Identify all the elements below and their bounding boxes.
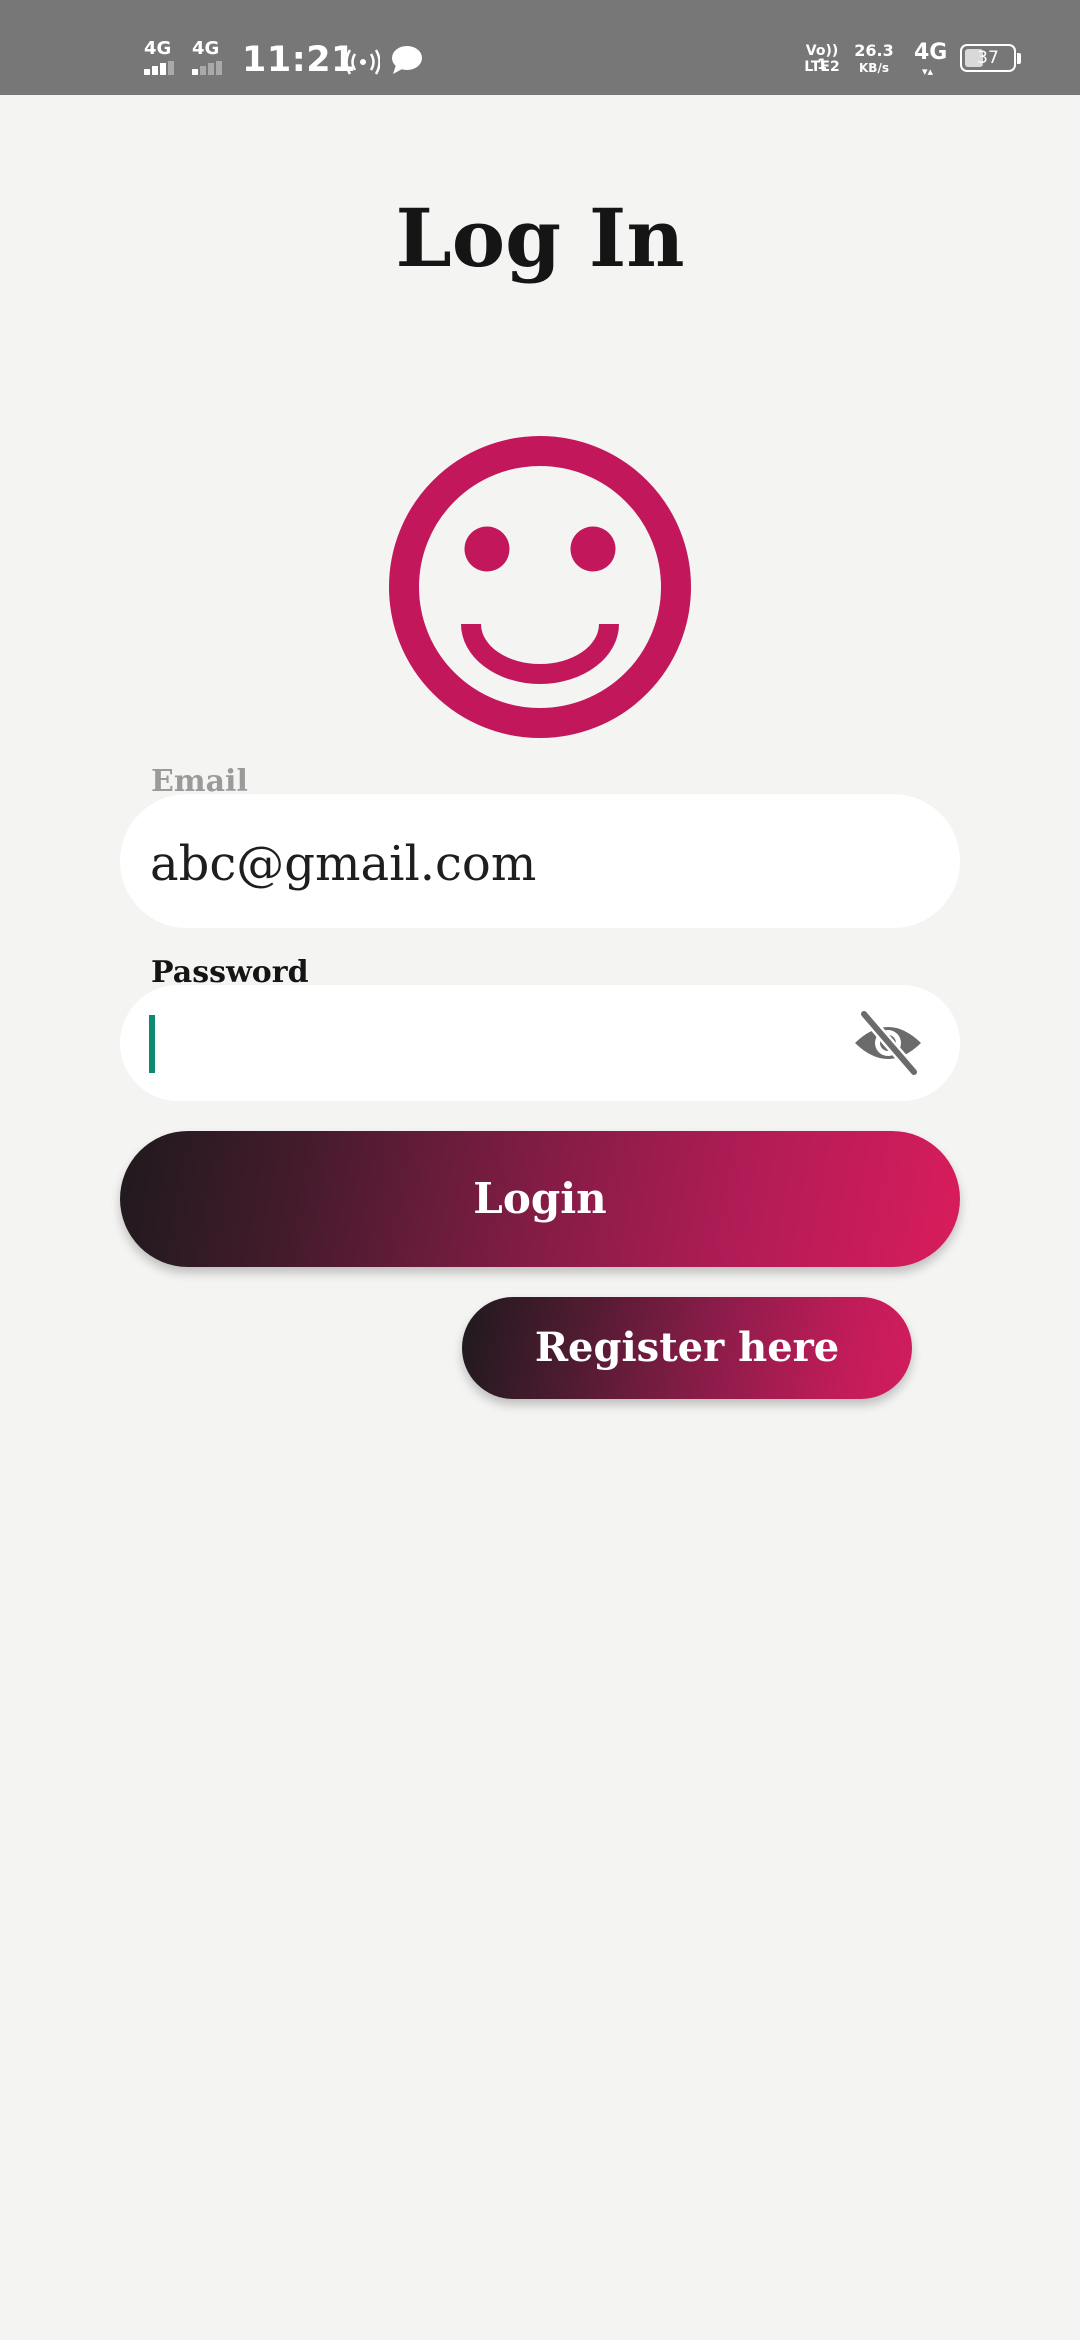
sim2-signal-bars-icon	[192, 61, 228, 75]
battery-tip	[1017, 53, 1021, 64]
battery-icon: 37	[960, 44, 1016, 72]
volte-bottom-label: LTE2	[804, 59, 840, 75]
hotspot-icon	[346, 49, 380, 75]
data-activity-icon: ▾▴	[922, 65, 934, 78]
sim1-network-label: 4G	[144, 38, 172, 59]
email-field[interactable]: abc@gmail.com	[120, 794, 960, 928]
smiley-face-icon	[389, 436, 691, 738]
chat-bubble-icon	[392, 46, 422, 74]
text-cursor	[149, 1015, 155, 1073]
page-title: Log In	[395, 191, 685, 285]
data-network-label: 4G	[914, 40, 948, 65]
sim1-signal-bars-icon	[144, 61, 180, 75]
sim2-network-label: 4G	[192, 38, 220, 59]
sim1-signal: 4G	[144, 40, 184, 76]
network-speed-unit: KB/s	[859, 61, 889, 75]
network-speed-value: 26.3	[854, 41, 894, 60]
clock: 11:21	[242, 40, 356, 80]
eye-off-icon[interactable]	[852, 1009, 924, 1077]
login-button[interactable]: Login	[120, 1131, 960, 1267]
status-bar: 4G 4G 11:21 Vo)) 1 LTE2 26.3 KB/s 4G ▾▴	[0, 0, 1080, 95]
register-button[interactable]: Register here	[462, 1297, 912, 1399]
password-field[interactable]	[120, 985, 960, 1101]
battery-level: 37	[977, 48, 999, 68]
email-value[interactable]: abc@gmail.com	[150, 836, 536, 892]
sim2-signal: 4G	[192, 40, 232, 76]
